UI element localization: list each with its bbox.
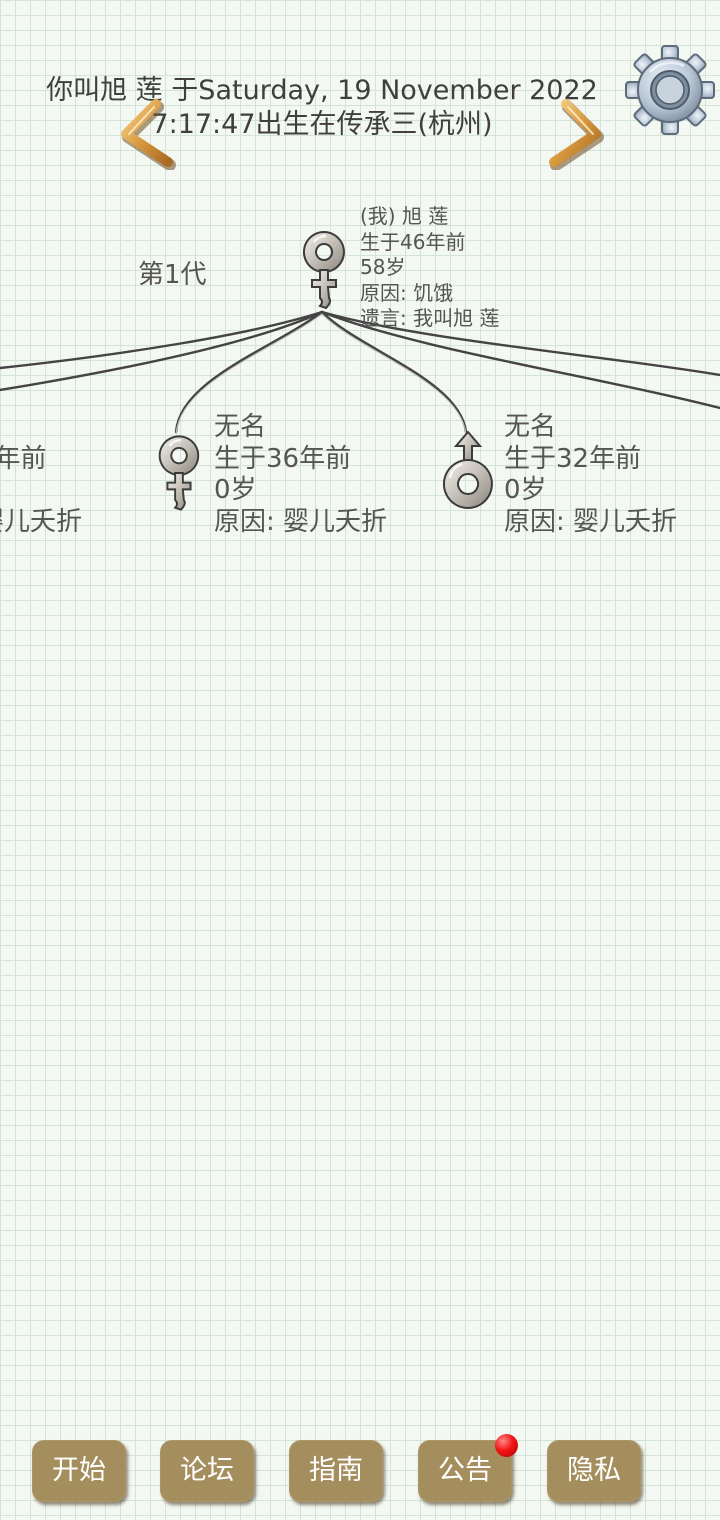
privacy-button[interactable]: 隐私 [547,1440,641,1502]
female-symbol-icon [158,435,200,511]
child-2-male-icon[interactable] [440,428,498,516]
child-0-info: 3年前 婴儿夭折 [0,414,82,540]
forum-button[interactable]: 论坛 [160,1440,254,1502]
root-person-cause: 原因: 饥饿 [360,280,454,305]
root-person-female-icon[interactable] [296,228,352,316]
child-0-name [0,414,82,446]
child-1-cause: 原因: 婴儿夭折 [214,506,388,537]
child-1-female-icon[interactable] [152,430,206,520]
child-2-name: 无名 [504,412,557,442]
male-symbol-icon [442,430,493,509]
child-2-age: 0岁 [504,475,547,505]
child-1-age: 0岁 [214,475,257,505]
child-2-cause: 原因: 婴儿夭折 [504,506,678,537]
child-1-name: 无名 [214,412,267,442]
generation-label: 第1代 [138,260,207,290]
start-button[interactable]: 开始 [32,1440,126,1502]
child-0-age [0,477,82,509]
root-person-age: 58岁 [360,255,406,279]
guide-button[interactable]: 指南 [289,1440,383,1502]
child-1-info: 无名 生于36年前 0岁 原因: 婴儿夭折 [214,414,387,540]
root-person-birth: 生于46年前 [360,229,466,254]
notification-dot [495,1434,518,1457]
child-1-birth: 生于36年前 [214,443,352,474]
root-person-info: (我) 旭 莲 生于46年前 58岁 原因: 饥饿 遗言: 我叫旭 莲 [360,206,499,334]
child-0-birth: 3年前 [0,443,47,474]
child-2-info: 无名 生于32年前 0岁 原因: 婴儿夭折 [504,414,677,540]
female-symbol-icon [303,231,345,310]
bottom-nav: 开始 论坛 指南 公告 隐私 [0,1434,720,1504]
child-2-birth: 生于32年前 [504,443,642,474]
child-0-cause: 婴儿夭折 [0,506,83,537]
root-person-name: (我) 旭 莲 [360,204,449,228]
root-person-last-words: 遗言: 我叫旭 莲 [360,306,500,330]
